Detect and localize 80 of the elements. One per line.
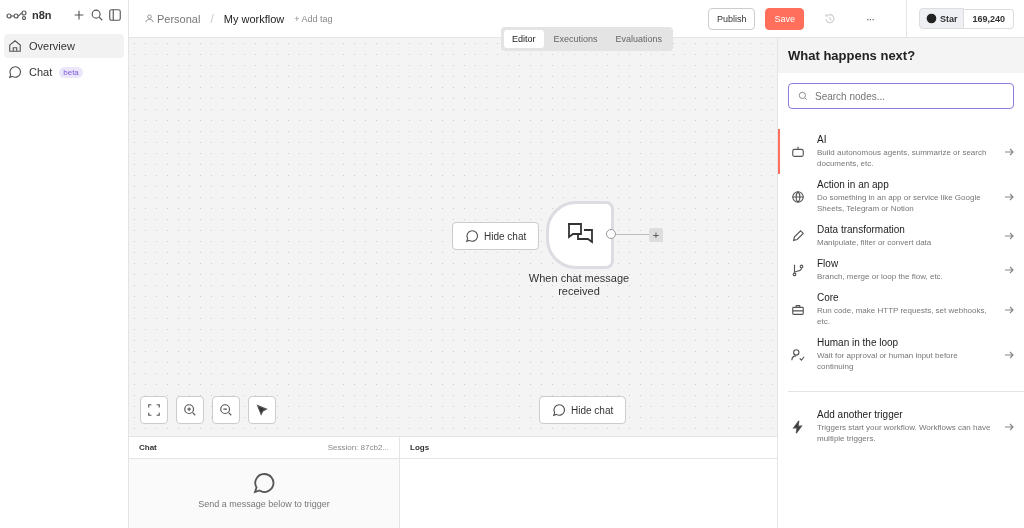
sidebar-item[interactable]: Overview [4,34,124,58]
tidy-up-button[interactable] [248,396,276,424]
panel-title: What happens next? [778,38,1024,73]
category-description: Build autonomous agents, summarize or search documents, etc. [817,147,988,169]
arrow-icon [1004,265,1014,275]
category-title: Flow [817,258,840,269]
beta-badge: beta [59,66,83,78]
hide-chat-button[interactable]: Hide chat [452,222,540,250]
node-category-item[interactable]: AI Build autonomous agents, summarize or search documents, etc. [778,129,1024,174]
arrow-icon [1004,349,1014,360]
breadcrumb-project[interactable]: Personal [145,12,201,25]
robot-icon [791,144,805,159]
category-description: Branch, merge or loop the flow, etc. [817,271,944,282]
sidebar-toggle-icon[interactable] [108,8,122,22]
empty-chat-text: Send a message below to trigger [198,499,330,509]
session-id: Session: 87cb2... [327,443,389,452]
chat-trigger-node[interactable] [546,201,614,269]
person-icon [145,14,154,23]
arrow-icon [1004,304,1014,315]
panel-title: Chat [139,443,157,452]
publish-button[interactable]: Publish [707,7,756,30]
output-port[interactable] [606,229,616,239]
chat-bubble-icon [465,229,479,243]
person-check-icon [791,347,805,362]
view-tab[interactable]: Evaluations [607,30,671,48]
add-tag-link[interactable]: + Add tag [294,13,333,24]
category-description: Wait for approval or human input before continuing [817,350,959,372]
arrow-icon [1004,146,1014,157]
search-icon[interactable] [90,8,104,22]
zoom-out-button[interactable] [212,396,240,424]
breadcrumb-separator: / [210,11,214,26]
node-category-item[interactable]: Data transformation Manipulate, filter or convert data [778,219,1024,253]
star-count: 169,240 [964,8,1014,29]
category-description: Triggers start your workflow. Workflows can have multiple triggers. [817,422,992,444]
toolbox-icon [791,302,805,317]
branch-icon [791,263,805,277]
zoom-in-icon [183,403,197,417]
category-description: Do something in an app or service like Google Sheets, Telegram or Notion [817,192,982,214]
zoom-out-icon [219,403,233,417]
search-field[interactable]: Search nodes... [788,83,1014,109]
plus-icon[interactable] [72,8,86,22]
pencil-icon [791,229,805,243]
chat-bubble-icon [8,65,22,79]
fullscreen-icon [147,403,161,417]
fit-view-button[interactable] [140,396,168,424]
category-description: Manipulate, filter or convert data [817,237,933,248]
node-category-item[interactable]: Add another trigger Triggers start your workflow. Workflows can have multiple triggers. [778,404,1024,449]
node-category-item[interactable]: Human in the loop Wait for approval or human input before continuing [778,332,1024,377]
arrow-icon [1004,231,1014,241]
category-title: Data transformation [817,224,906,235]
category-title: Add another trigger [817,409,904,420]
search-icon [798,91,808,101]
workflow-name[interactable]: My workflow [223,12,285,25]
sidebar-item[interactable]: Chat beta [4,60,124,84]
zoom-in-button[interactable] [176,396,204,424]
category-title: Core [817,292,840,303]
arrow-icon [1004,421,1014,432]
hide-chat-button[interactable]: Hide chat [539,396,627,424]
node-label: When chat message received [527,272,631,298]
chat-bubble-icon [252,471,276,495]
node-category-item[interactable]: Action in an app Do something in an app or service like Google Sheets, Telegram or Notion [778,174,1024,219]
node-category-item[interactable]: Flow Branch, merge or loop the flow, etc. [778,253,1024,287]
panel-title: Logs [410,443,430,452]
brand-name: n8n [32,9,53,21]
github-star-button[interactable]: Star [918,8,965,29]
category-description: Run code, make HTTP requests, set webhooks, etc. [817,305,988,327]
chat-bubble-icon [552,403,566,417]
add-node-button[interactable]: + [649,228,663,242]
logo-icon [6,10,28,20]
globe-icon [791,189,805,204]
more-button[interactable]: ··· [855,12,884,25]
category-title: Action in an app [817,179,890,190]
view-tab[interactable]: Editor [504,30,544,48]
category-title: AI [817,134,828,145]
node-category-item[interactable]: Core Run code, make HTTP requests, set webhooks, etc. [778,287,1024,332]
home-icon [8,39,22,53]
lightning-icon [791,419,805,434]
category-title: Human in the loop [817,337,900,348]
arrow-icon [1004,191,1014,202]
view-tab[interactable]: Executions [545,30,606,48]
